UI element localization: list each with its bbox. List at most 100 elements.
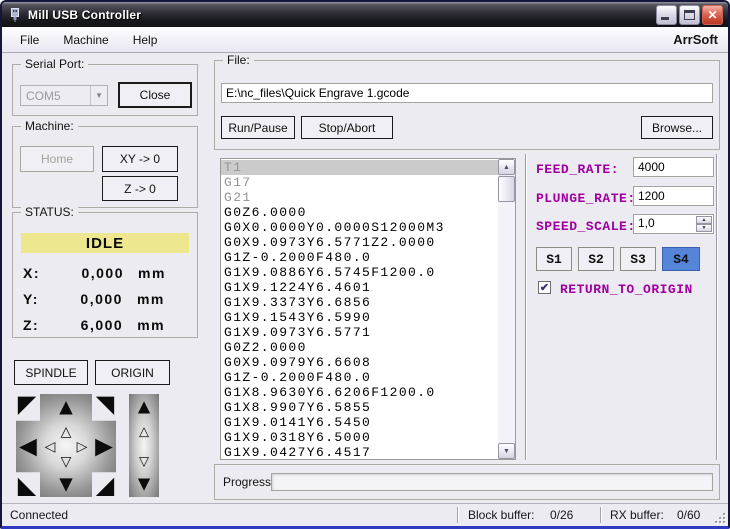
file-group: File: Run/Pause Stop/Abort Browse... — [214, 53, 720, 150]
check-icon: ✔ — [539, 282, 550, 294]
browse-button[interactable]: Browse... — [641, 116, 713, 139]
scroll-down-icon: ▼ — [503, 447, 510, 455]
z-down-icon[interactable]: ▼ — [134, 474, 155, 495]
resize-grip[interactable] — [713, 511, 725, 523]
serial-port-group: Serial Port: COM5 ▼ Close — [12, 57, 198, 116]
gcode-scrollbar[interactable]: ▲ ▼ — [498, 159, 515, 459]
axis-label: Y: — [23, 291, 39, 307]
gcode-line[interactable]: G0X9.0979Y6.6608 — [221, 355, 498, 370]
gcode-line[interactable]: G17 — [221, 175, 498, 190]
close-button[interactable]: ✕ — [702, 4, 723, 25]
gcode-line[interactable]: G1X9.0141Y6.5450 — [221, 415, 498, 430]
gcode-line[interactable]: G1X9.0318Y6.5000 — [221, 430, 498, 445]
maximize-icon — [684, 9, 695, 20]
speed-scale-label: SPEED_SCALE: — [536, 219, 636, 234]
gcode-line[interactable]: G0Z2.0000 — [221, 340, 498, 355]
rx-buffer-label: RX buffer: — [610, 508, 664, 522]
home-button[interactable]: Home — [20, 146, 94, 172]
chevron-down-icon: ▼ — [90, 86, 107, 105]
xy-zero-button[interactable]: XY -> 0 — [102, 146, 178, 172]
block-buffer-value: 0/26 — [550, 508, 574, 522]
gcode-line[interactable]: G1X9.1224Y6.4601 — [221, 280, 498, 295]
gcode-line[interactable]: G0Z6.0000 — [221, 205, 498, 220]
menu-machine[interactable]: Machine — [63, 33, 108, 47]
jog-right-small-icon[interactable]: ▷ — [77, 439, 88, 453]
z-up-small-icon[interactable]: △ — [139, 425, 149, 438]
status-group-label: STATUS: — [21, 205, 78, 219]
jog-left-icon[interactable]: ◀ — [19, 434, 37, 458]
jog-down-right-icon[interactable]: ◢ — [96, 474, 114, 498]
gcode-line[interactable]: G1X9.0427Y6.4517 — [221, 445, 498, 459]
speed-scale-input[interactable]: 1,0 ▲ ▼ — [633, 214, 714, 234]
feed-rate-label: FEED_RATE: — [536, 162, 620, 177]
jog-up-left-icon[interactable]: ◤ — [18, 393, 36, 417]
file-path-input[interactable] — [221, 83, 713, 103]
spindle-button[interactable]: SPINDLE — [14, 360, 88, 385]
menu-help[interactable]: Help — [133, 33, 158, 47]
window-title: Mill USB Controller — [28, 7, 142, 22]
origin-button[interactable]: ORIGIN — [95, 360, 170, 385]
close-port-button[interactable]: Close — [118, 82, 192, 108]
gcode-line[interactable]: G1X8.9907Y6.5855 — [221, 400, 498, 415]
speed-scale-value: 1,0 — [638, 216, 655, 230]
jog-right-icon[interactable]: ▶ — [95, 434, 113, 458]
gcode-line[interactable]: G1X9.1543Y6.5990 — [221, 310, 498, 325]
z-down-small-icon[interactable]: ▽ — [139, 455, 149, 468]
spin-down-button[interactable]: ▼ — [696, 224, 712, 232]
status-bar: Connected Block buffer: 0/26 RX buffer: … — [2, 503, 728, 526]
title-bar: Mill USB Controller ✕ — [2, 2, 728, 27]
axis-value: 0,000 — [80, 291, 123, 307]
jog-up-right-icon[interactable]: ◥ — [96, 393, 114, 417]
stop-abort-button[interactable]: Stop/Abort — [301, 116, 393, 139]
rx-buffer-value: 0/60 — [677, 508, 701, 522]
gcode-line[interactable]: T1 — [221, 160, 498, 175]
gcode-list[interactable]: T1 G17 G21 G0Z6.0000 G0X0.0000Y0.0000S12… — [220, 158, 516, 460]
progress-label: Progress: — [223, 475, 275, 489]
return-to-origin-checkbox[interactable]: ✔ — [538, 281, 551, 294]
gcode-line[interactable]: G0X9.0973Y6.5771Z2.0000 — [221, 235, 498, 250]
menu-bar: File Machine Help ArrSoft — [2, 27, 728, 53]
s1-button[interactable]: S1 — [536, 247, 572, 271]
z-zero-button[interactable]: Z -> 0 — [102, 176, 178, 201]
z-up-icon[interactable]: ▲ — [134, 397, 155, 418]
jog-down-small-icon[interactable]: ▽ — [61, 454, 72, 468]
com-port-value: COM5 — [26, 88, 61, 103]
axis-unit: mm — [136, 291, 165, 307]
jog-down-icon[interactable]: ▼ — [55, 472, 78, 496]
gcode-line[interactable]: G1X9.0973Y6.5771 — [221, 325, 498, 340]
jog-left-small-icon[interactable]: ◁ — [45, 439, 56, 453]
machine-state-banner: IDLE — [21, 233, 189, 253]
plunge-rate-input[interactable] — [633, 186, 714, 206]
minimize-button[interactable] — [656, 4, 677, 25]
menu-file[interactable]: File — [20, 33, 39, 47]
gcode-line[interactable]: G1Z-0.2000F480.0 — [221, 250, 498, 265]
machine-group-label: Machine: — [21, 119, 78, 133]
scroll-up-button[interactable]: ▲ — [498, 159, 515, 175]
scroll-thumb[interactable] — [498, 176, 515, 202]
axis-label: X: — [23, 265, 40, 281]
com-port-select[interactable]: COM5 ▼ — [20, 85, 108, 106]
jog-up-icon[interactable]: ▲ — [55, 395, 78, 419]
run-pause-button[interactable]: Run/Pause — [221, 116, 295, 139]
s3-button[interactable]: S3 — [620, 247, 656, 271]
scroll-down-button[interactable]: ▼ — [498, 443, 515, 459]
gcode-line[interactable]: G1X9.3373Y6.6856 — [221, 295, 498, 310]
s2-button[interactable]: S2 — [578, 247, 614, 271]
gcode-line[interactable]: G21 — [221, 190, 498, 205]
panel-divider-left — [525, 154, 527, 460]
gcode-line[interactable]: G1X8.9630Y6.6206F1200.0 — [221, 385, 498, 400]
s4-button[interactable]: S4 — [662, 247, 700, 271]
axis-unit: mm — [138, 265, 166, 281]
minimize-icon — [661, 16, 669, 20]
gcode-line[interactable]: G0X0.0000Y0.0000S12000M3 — [221, 220, 498, 235]
gcode-line[interactable]: G1X9.0886Y6.5745F1200.0 — [221, 265, 498, 280]
maximize-button[interactable] — [679, 4, 700, 25]
feed-rate-input[interactable] — [633, 157, 714, 177]
gcode-line[interactable]: G1Z-0.2000F480.0 — [221, 370, 498, 385]
spin-up-button[interactable]: ▲ — [696, 216, 712, 224]
jog-pad-xy: ◤ ◥ ◣ ◢ ▲ ▼ ◀ ▶ △ ▽ ◁ ▷ — [16, 393, 116, 498]
jog-down-left-icon[interactable]: ◣ — [18, 474, 36, 498]
statusbar-separator — [457, 507, 459, 523]
serial-port-group-label: Serial Port: — [21, 57, 89, 71]
jog-up-small-icon[interactable]: △ — [61, 424, 72, 438]
